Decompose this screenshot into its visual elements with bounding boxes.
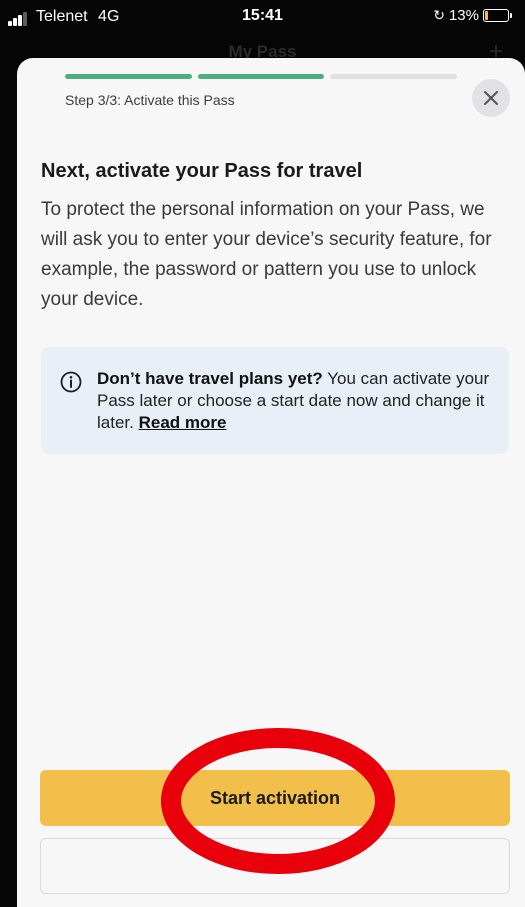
battery-icon bbox=[483, 9, 512, 22]
close-icon bbox=[484, 91, 498, 105]
progress-segment-1 bbox=[65, 74, 192, 79]
step-progress-bar bbox=[65, 74, 457, 79]
activation-sheet: Step 3/3: Activate this Pass Next, activ… bbox=[17, 58, 525, 907]
secondary-button[interactable] bbox=[40, 838, 510, 894]
read-more-link[interactable]: Read more bbox=[139, 413, 227, 432]
progress-segment-3 bbox=[330, 74, 457, 79]
phone-screen: Telenet 4G 15:41 ↻ 13% My Pass + Step 3/… bbox=[0, 0, 525, 907]
close-button[interactable] bbox=[472, 79, 510, 117]
battery-percent: 13% bbox=[448, 7, 479, 24]
status-bar: Telenet 4G 15:41 ↻ 13% bbox=[0, 0, 525, 32]
info-icon bbox=[60, 371, 82, 393]
battery-level bbox=[485, 11, 488, 20]
battery-status: ↻ 13% bbox=[433, 7, 512, 24]
step-label: Step 3/3: Activate this Pass bbox=[65, 92, 235, 108]
progress-segment-2 bbox=[197, 74, 325, 79]
orientation-lock-icon: ↻ bbox=[433, 7, 445, 23]
page-heading: Next, activate your Pass for travel bbox=[41, 160, 363, 182]
travel-plans-info-box: Don’t have travel plans yet? You can act… bbox=[41, 347, 509, 454]
info-bold-text: Don’t have travel plans yet? bbox=[97, 369, 323, 388]
activation-description: To protect the personal information on y… bbox=[41, 199, 492, 310]
info-message: Don’t have travel plans yet? You can act… bbox=[97, 368, 497, 434]
start-activation-button[interactable]: Start activation bbox=[40, 770, 510, 826]
